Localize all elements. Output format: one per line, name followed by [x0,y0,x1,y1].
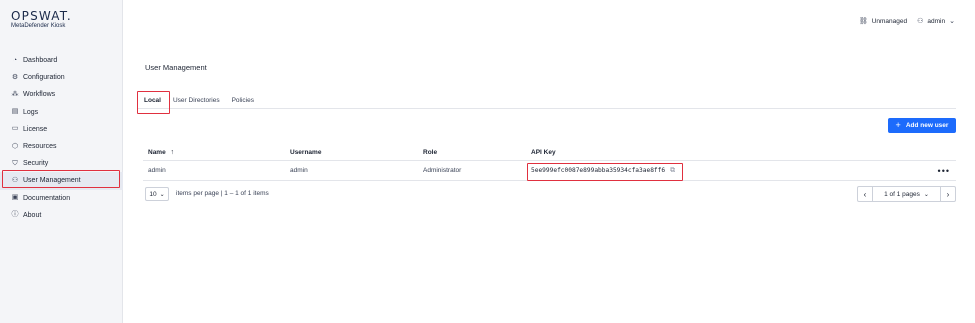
workflows-icon: ⁂ [11,90,19,98]
cell-role: Administrator [423,167,462,174]
column-header-username: Username [290,149,322,156]
chevron-right-icon: › [946,189,950,199]
column-header-name[interactable]: Name ↑ [143,149,285,156]
user-icon: ⚇ [917,18,924,25]
license-icon: ▭ [11,125,19,133]
sidebar-item-label: Configuration [23,74,65,82]
column-header-api-key: API Key [531,149,556,156]
cell-name: admin [148,167,166,174]
sidebar-item-label: Dashboard [23,57,58,65]
page-size-value: 10 [149,190,157,198]
highlight-box-user-management [2,170,120,188]
product-name: MetaDefender Kiosk [11,23,66,29]
sidebar-item-label: Workflows [23,91,56,99]
page-title: User Management [145,63,207,72]
sidebar: OPSWAT. MetaDefender Kiosk ◔ Dashboard ⚙… [0,0,123,323]
logs-icon: ▤ [11,108,19,116]
sidebar-item-resources[interactable]: ⬡ Resources [0,138,123,155]
sidebar-item-label: Resources [23,143,57,151]
sidebar-item-workflows[interactable]: ⁂ Workflows [0,86,123,103]
brand: OPSWAT. MetaDefender Kiosk [11,10,72,29]
page-select-value: 1 of 1 pages [884,190,920,198]
chevron-down-icon: ⌄ [949,18,955,25]
topbar: ⛓ Unmanaged ⚇ admin ⌄ [858,17,955,26]
sidebar-item-label: Documentation [23,194,71,202]
highlight-box-local-tab [137,91,170,114]
cell-username: admin [290,167,308,174]
add-new-user-label: Add new user [905,122,949,129]
sidebar-item-configuration[interactable]: ⚙ Configuration [0,69,123,86]
pagination-nav: ‹ 1 of 1 pages ⌄ › [857,186,956,202]
chevron-down-icon: ⌄ [923,191,929,198]
unmanaged-status[interactable]: ⛓ Unmanaged [858,17,908,26]
previous-page-button[interactable]: ‹ [857,186,873,202]
highlight-box-api-key [527,163,683,181]
configuration-icon: ⚙ [11,73,19,81]
table-header: Name ↑ Username Role API Key [143,145,956,161]
more-actions-icon[interactable]: ••• [938,166,950,176]
chevron-left-icon: ‹ [863,189,867,199]
sidebar-item-documentation[interactable]: ▣ Documentation [0,190,123,207]
user-menu[interactable]: ⚇ admin ⌄ [917,17,955,26]
dashboard-icon: ◔ [12,56,18,64]
sidebar-item-about[interactable]: ⓘ About [0,207,123,224]
page-select[interactable]: 1 of 1 pages ⌄ [873,186,940,202]
unmanaged-label: Unmanaged [871,17,908,25]
sidebar-item-label: Logs [23,108,39,116]
sidebar-item-label: License [23,125,48,133]
user-name: admin [927,17,946,25]
sidebar-item-license[interactable]: ▭ License [0,121,123,138]
link-icon: ⛓ [858,18,868,25]
shield-icon: ⛉ [12,159,18,167]
resources-icon: ⬡ [11,142,19,150]
chevron-down-icon: ⌄ [159,191,165,198]
sidebar-item-dashboard[interactable]: ◔ Dashboard [0,52,123,69]
sidebar-nav: ◔ Dashboard ⚙ Configuration ⁂ Workflows … [0,52,123,224]
sidebar-item-label: Security [23,160,49,168]
items-per-page-text: items per page | 1 – 1 of 1 items [176,190,269,197]
sidebar-item-label: About [23,211,42,219]
add-new-user-button[interactable]: + Add new user [888,118,956,133]
sidebar-item-logs[interactable]: ▤ Logs [0,104,123,121]
sort-ascending-icon: ↑ [170,149,175,156]
info-icon: ⓘ [11,211,19,219]
plus-icon: + [895,120,901,130]
opswat-logo: OPSWAT. [11,9,72,23]
column-header-role: Role [423,149,438,156]
tab-divider [138,108,956,109]
documentation-icon: ▣ [11,194,19,202]
next-page-button[interactable]: › [940,186,956,202]
page-size-select[interactable]: 10 ⌄ [145,187,169,201]
